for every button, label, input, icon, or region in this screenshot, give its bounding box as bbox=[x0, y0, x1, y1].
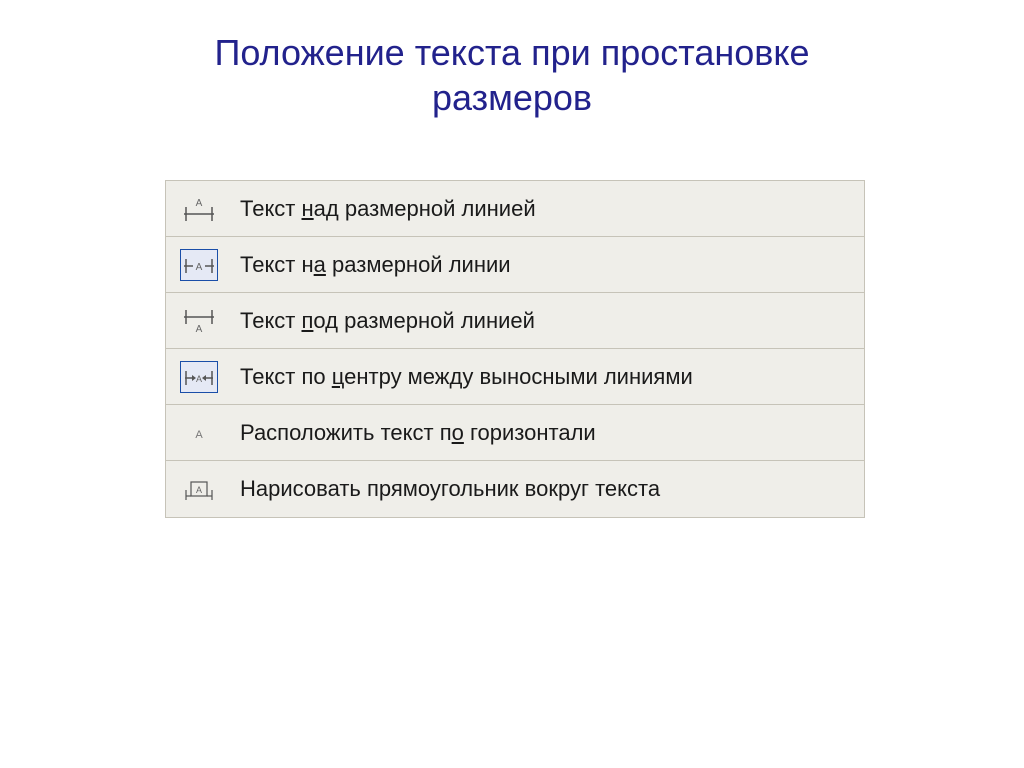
svg-text:A: A bbox=[195, 429, 203, 441]
menu-item-text-center[interactable]: A Текст по центру между выносными линиям… bbox=[166, 349, 864, 405]
text-rectangle-icon: A bbox=[180, 473, 218, 505]
menu-item-label: Текст под размерной линией bbox=[240, 308, 535, 334]
dimension-text-panel: A Текст над размерной линией A bbox=[165, 180, 865, 518]
text-on-line-icon: A bbox=[180, 249, 218, 281]
menu-item-label: Нарисовать прямоугольник вокруг текста bbox=[240, 476, 660, 502]
menu-item-label: Текст на размерной линии bbox=[240, 252, 511, 278]
text-center-between-icon: A bbox=[180, 361, 218, 393]
svg-text:A: A bbox=[196, 262, 203, 273]
menu-item-text-horizontal[interactable]: A Расположить текст по горизонтали bbox=[166, 405, 864, 461]
menu-item-text-below[interactable]: A Текст под размерной линией bbox=[166, 293, 864, 349]
menu-item-label: Текст над размерной линией bbox=[240, 196, 536, 222]
menu-item-label: Текст по центру между выносными линиями bbox=[240, 364, 693, 390]
text-horizontal-icon: A bbox=[180, 417, 218, 449]
menu-item-text-rectangle[interactable]: A Нарисовать прямоугольник вокруг текста bbox=[166, 461, 864, 517]
svg-text:A: A bbox=[196, 198, 203, 209]
slide: Положение текста при простановке размеро… bbox=[0, 0, 1024, 768]
text-above-line-icon: A bbox=[180, 193, 218, 225]
svg-text:A: A bbox=[196, 324, 203, 334]
page-title: Положение текста при простановке размеро… bbox=[0, 0, 1024, 120]
menu-item-label: Расположить текст по горизонтали bbox=[240, 420, 596, 446]
title-line-1: Положение текста при простановке bbox=[214, 32, 809, 73]
svg-text:A: A bbox=[196, 485, 202, 495]
text-below-line-icon: A bbox=[180, 305, 218, 337]
svg-text:A: A bbox=[196, 374, 202, 384]
menu-item-text-above[interactable]: A Текст над размерной линией bbox=[166, 181, 864, 237]
menu-item-text-on[interactable]: A Текст на размерной линии bbox=[166, 237, 864, 293]
title-line-2: размеров bbox=[432, 77, 592, 118]
